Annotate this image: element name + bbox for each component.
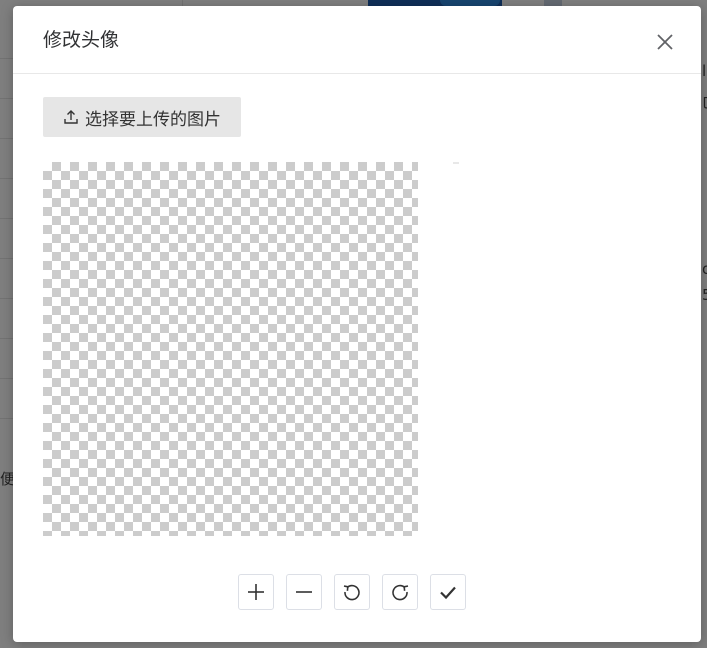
upload-button-label: 选择要上传的图片 [85,109,221,130]
close-button[interactable] [654,31,676,53]
dialog-header: 修改头像 [13,6,701,74]
plus-icon [248,584,264,600]
zoom-out-button[interactable] [286,574,322,610]
rotate-right-icon [392,584,409,601]
minus-icon [296,591,312,593]
avatar-dialog: 修改头像 选择要上传的图片 [13,6,701,642]
rotate-right-button[interactable] [382,574,418,610]
rotate-left-button[interactable] [334,574,370,610]
check-icon [440,586,456,600]
image-cropper[interactable] [43,162,418,536]
rotate-left-icon [343,584,360,601]
avatar-preview [453,162,459,164]
upload-icon [64,110,78,124]
close-icon [657,34,673,50]
dialog-title: 修改头像 [43,29,120,51]
cropper-toolbar [238,574,466,610]
zoom-in-button[interactable] [238,574,274,610]
confirm-button[interactable] [430,574,466,610]
upload-image-button[interactable]: 选择要上传的图片 [43,97,241,137]
